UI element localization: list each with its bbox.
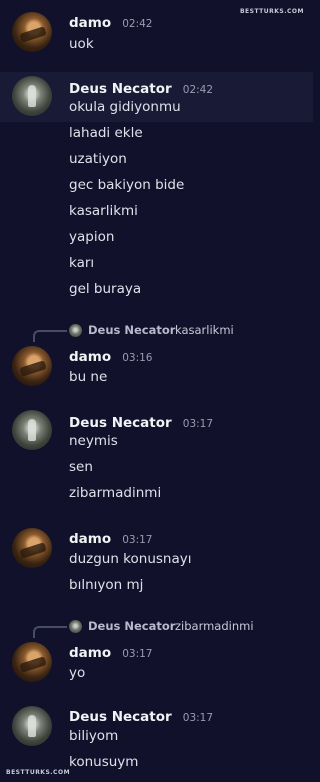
avatar[interactable] (12, 76, 52, 116)
username[interactable]: Deus Necator (69, 709, 172, 725)
message-text: karı (69, 255, 95, 271)
username[interactable]: Deus Necator (69, 415, 172, 431)
reply-author[interactable]: Deus Necator (88, 619, 175, 633)
message-text: gel buraya (69, 281, 142, 297)
message-text: uok (69, 36, 94, 52)
reply-preview[interactable]: Deus Necator zibarmadinmi (30, 618, 310, 638)
message-text: yo (69, 665, 86, 681)
message-text: okula gidiyonmu (69, 99, 181, 115)
message-text: biliyom (69, 728, 119, 744)
username[interactable]: damo (69, 349, 111, 365)
message-text: duzgun konusnayı (69, 551, 192, 567)
message-text: zibarmadinmi (69, 485, 162, 501)
reply-connector (33, 626, 67, 638)
message-group: damo 02:42 uok (0, 0, 313, 66)
message-group: damo 03:17 duzgun konusnayı bılnıyon mj (0, 520, 313, 600)
timestamp: 03:17 (182, 418, 214, 430)
message-text: bılnıyon mj (69, 577, 144, 593)
message-text: gec bakiyon bide (69, 177, 185, 193)
username[interactable]: Deus Necator (69, 81, 172, 97)
avatar[interactable] (12, 346, 52, 386)
timestamp: 03:17 (182, 712, 214, 724)
message-text: lahadi ekle (69, 125, 143, 141)
avatar[interactable] (12, 528, 52, 568)
message-text: kasarlikmi (69, 203, 138, 219)
message-text: sen (69, 459, 93, 475)
avatar[interactable] (12, 706, 52, 746)
message-group: Deus Necator 02:42 okula gidiyonmu lahad… (0, 72, 313, 312)
username[interactable]: damo (69, 531, 111, 547)
avatar[interactable] (12, 12, 52, 52)
watermark-bottom: BESTTURKS.COM (6, 769, 71, 776)
timestamp: 02:42 (122, 18, 153, 30)
message-group: Deus Necator kasarlikmi damo 03:16 bu ne (0, 320, 313, 390)
avatar[interactable] (12, 642, 52, 682)
message-group: Deus Necator zibarmadinmi damo 03:17 yo (0, 616, 313, 686)
message-text: yapion (69, 229, 115, 245)
reply-avatar (69, 620, 82, 633)
message-text: uzatiyon (69, 151, 127, 167)
reply-author[interactable]: Deus Necator (88, 323, 175, 337)
message-group: Deus Necator 03:17 neymis sen zibarmadin… (0, 404, 313, 508)
reply-avatar (69, 324, 82, 337)
message-text: neymis (69, 433, 118, 449)
reply-connector (33, 330, 67, 342)
username[interactable]: damo (69, 15, 111, 31)
timestamp: 02:42 (182, 84, 214, 96)
username[interactable]: damo (69, 645, 111, 661)
avatar[interactable] (12, 410, 52, 450)
message-text: bu ne (69, 369, 108, 385)
message-text: konusuym (69, 754, 139, 770)
reply-text[interactable]: zibarmadinmi (175, 619, 254, 633)
timestamp: 03:16 (122, 352, 153, 364)
timestamp: 03:17 (122, 534, 153, 546)
reply-preview[interactable]: Deus Necator kasarlikmi (30, 322, 310, 342)
reply-text[interactable]: kasarlikmi (175, 323, 234, 337)
timestamp: 03:17 (122, 648, 153, 660)
